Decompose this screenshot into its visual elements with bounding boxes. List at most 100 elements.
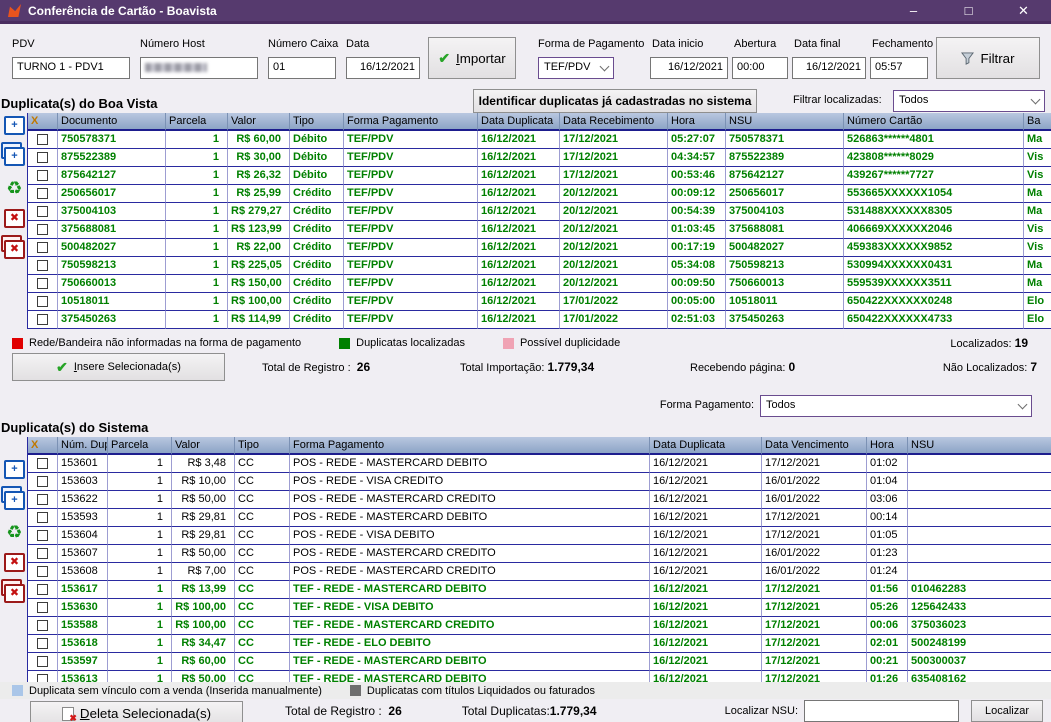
cell-bandeira: Ma — [1024, 257, 1051, 275]
col-valor[interactable]: Valor — [172, 437, 235, 455]
row-checkbox[interactable] — [37, 494, 48, 505]
col-valor[interactable]: Valor — [228, 113, 290, 131]
data-final-input[interactable]: 16/12/2021 — [792, 57, 866, 79]
insert-row-icon-button[interactable]: + — [2, 459, 25, 479]
table-row[interactable]: 153601 1 R$ 3,48 CC POS - REDE - MASTERC… — [28, 455, 1051, 473]
identificar-duplicatas-button[interactable]: Identificar duplicatas já cadastradas no… — [473, 89, 757, 113]
col-numero-cartao[interactable]: Número Cartão — [844, 113, 1024, 131]
pdv-input[interactable]: TURNO 1 - PDV1 — [12, 57, 130, 79]
localizar-button[interactable]: Localizar — [971, 700, 1043, 722]
row-checkbox[interactable] — [37, 224, 48, 235]
delete-row-icon-button[interactable]: ✖ — [2, 552, 25, 572]
close-icon[interactable]: ✕ — [996, 0, 1051, 21]
data-inicio-input[interactable]: 16/12/2021 — [650, 57, 728, 79]
col-nsu[interactable]: NSU — [908, 437, 1051, 455]
row-checkbox[interactable] — [37, 134, 48, 145]
forma-pagamento-select[interactable]: TEF/PDV — [538, 57, 614, 79]
col-tipo[interactable]: Tipo — [235, 437, 290, 455]
abertura-input[interactable]: 00:00 — [732, 57, 788, 79]
table-row[interactable]: 375004103 1 R$ 279,27 Crédito TEF/PDV 16… — [28, 203, 1051, 221]
row-checkbox[interactable] — [37, 512, 48, 523]
table-row[interactable]: 750578371 1 R$ 60,00 Débito TEF/PDV 16/1… — [28, 131, 1051, 149]
col-forma-pagamento[interactable]: Forma Pagamento — [290, 437, 650, 455]
insert-multiple-icon-button[interactable]: + — [2, 490, 25, 510]
table-row[interactable]: 153597 1 R$ 60,00 CC TEF - REDE - MASTER… — [28, 653, 1051, 671]
table-row[interactable]: 153608 1 R$ 7,00 CC POS - REDE - MASTERC… — [28, 563, 1051, 581]
table-row[interactable]: 153604 1 R$ 29,81 CC POS - REDE - VISA D… — [28, 527, 1051, 545]
row-checkbox[interactable] — [37, 548, 48, 559]
delete-row-icon-button[interactable]: ✖ — [2, 208, 25, 228]
table-row[interactable]: 750660013 1 R$ 150,00 Crédito TEF/PDV 16… — [28, 275, 1051, 293]
col-x[interactable]: X — [28, 437, 58, 455]
row-checkbox[interactable] — [37, 476, 48, 487]
table-row[interactable]: 153622 1 R$ 50,00 CC POS - REDE - MASTER… — [28, 491, 1051, 509]
row-checkbox[interactable] — [37, 656, 48, 667]
col-data-vencimento[interactable]: Data Vencimento — [762, 437, 867, 455]
fechamento-input[interactable]: 05:57 — [870, 57, 928, 79]
insere-selecionadas-button[interactable]: ✔ Insere Selecionada(s) — [12, 353, 225, 381]
row-checkbox[interactable] — [37, 638, 48, 649]
col-hora[interactable]: Hora — [867, 437, 908, 455]
filtrar-localizadas-select[interactable]: Todos — [893, 90, 1045, 112]
row-checkbox[interactable] — [37, 170, 48, 181]
row-checkbox[interactable] — [37, 278, 48, 289]
delete-multiple-icon-button[interactable]: ✖ — [2, 583, 25, 603]
maximize-icon[interactable]: □ — [941, 0, 996, 21]
col-data-duplicata[interactable]: Data Duplicata — [478, 113, 560, 131]
col-bandeira[interactable]: Ba — [1024, 113, 1051, 131]
delete-multiple-icon-button[interactable]: ✖ — [2, 239, 25, 259]
row-checkbox[interactable] — [37, 188, 48, 199]
table-row[interactable]: 153593 1 R$ 29,81 CC POS - REDE - MASTER… — [28, 509, 1051, 527]
numero-host-input[interactable] — [140, 57, 258, 79]
col-data-recebimento[interactable]: Data Recebimento — [560, 113, 668, 131]
insert-multiple-icon-button[interactable]: + — [2, 146, 25, 166]
minimize-icon[interactable]: – — [886, 0, 941, 21]
col-parcela[interactable]: Parcela — [108, 437, 172, 455]
col-nsu[interactable]: NSU — [726, 113, 844, 131]
table-row[interactable]: 153588 1 R$ 100,00 CC TEF - REDE - MASTE… — [28, 617, 1051, 635]
row-checkbox[interactable] — [37, 296, 48, 307]
col-hora[interactable]: Hora — [668, 113, 726, 131]
data-input[interactable]: 16/12/2021 — [346, 57, 420, 79]
col-data-duplicata[interactable]: Data Duplicata — [650, 437, 762, 455]
row-checkbox[interactable] — [37, 566, 48, 577]
insert-row-icon-button[interactable]: + — [2, 115, 25, 135]
row-checkbox[interactable] — [37, 260, 48, 271]
table-row[interactable]: 153607 1 R$ 50,00 CC POS - REDE - MASTER… — [28, 545, 1051, 563]
col-x[interactable]: X — [28, 113, 58, 131]
col-forma-pagamento[interactable]: Forma Pagamento — [344, 113, 478, 131]
row-checkbox[interactable] — [37, 242, 48, 253]
filtrar-button[interactable]: Filtrar — [936, 37, 1040, 79]
localizar-nsu-input[interactable] — [804, 700, 959, 722]
refresh-icon-button[interactable]: ♻ — [2, 521, 25, 541]
table-row[interactable]: 153617 1 R$ 13,99 CC TEF - REDE - MASTER… — [28, 581, 1051, 599]
row-checkbox[interactable] — [37, 602, 48, 613]
col-documento[interactable]: Documento — [58, 113, 166, 131]
sistema-forma-pagamento-select[interactable]: Todos — [760, 395, 1032, 417]
table-row[interactable]: 500482027 1 R$ 22,00 Crédito TEF/PDV 16/… — [28, 239, 1051, 257]
row-checkbox[interactable] — [37, 620, 48, 631]
table-row[interactable]: 375688081 1 R$ 123,99 Crédito TEF/PDV 16… — [28, 221, 1051, 239]
table-row[interactable]: 250656017 1 R$ 25,99 Crédito TEF/PDV 16/… — [28, 185, 1051, 203]
table-row[interactable]: 153630 1 R$ 100,00 CC TEF - REDE - VISA … — [28, 599, 1051, 617]
row-checkbox[interactable] — [37, 458, 48, 469]
row-checkbox[interactable] — [37, 206, 48, 217]
table-row[interactable]: 750598213 1 R$ 225,05 Crédito TEF/PDV 16… — [28, 257, 1051, 275]
col-tipo[interactable]: Tipo — [290, 113, 344, 131]
importar-button[interactable]: ✔ Importar — [428, 37, 516, 79]
row-checkbox[interactable] — [37, 152, 48, 163]
col-parcela[interactable]: Parcela — [166, 113, 228, 131]
deleta-selecionadas-button[interactable]: ✖ Deleta Selecionada(s) — [30, 701, 243, 722]
table-row[interactable]: 10518011 1 R$ 100,00 Crédito TEF/PDV 16/… — [28, 293, 1051, 311]
table-row[interactable]: 875642127 1 R$ 26,32 Débito TEF/PDV 16/1… — [28, 167, 1051, 185]
numero-caixa-input[interactable]: 01 — [268, 57, 336, 79]
refresh-icon-button[interactable]: ♻ — [2, 177, 25, 197]
row-checkbox[interactable] — [37, 530, 48, 541]
row-checkbox[interactable] — [37, 314, 48, 325]
table-row[interactable]: 375450263 1 R$ 114,99 Crédito TEF/PDV 16… — [28, 311, 1051, 329]
table-row[interactable]: 875522389 1 R$ 30,00 Débito TEF/PDV 16/1… — [28, 149, 1051, 167]
table-row[interactable]: 153618 1 R$ 34,47 CC TEF - REDE - ELO DE… — [28, 635, 1051, 653]
col-num-duplicata[interactable]: Núm. Duplica — [58, 437, 108, 455]
table-row[interactable]: 153603 1 R$ 10,00 CC POS - REDE - VISA C… — [28, 473, 1051, 491]
row-checkbox[interactable] — [37, 584, 48, 595]
